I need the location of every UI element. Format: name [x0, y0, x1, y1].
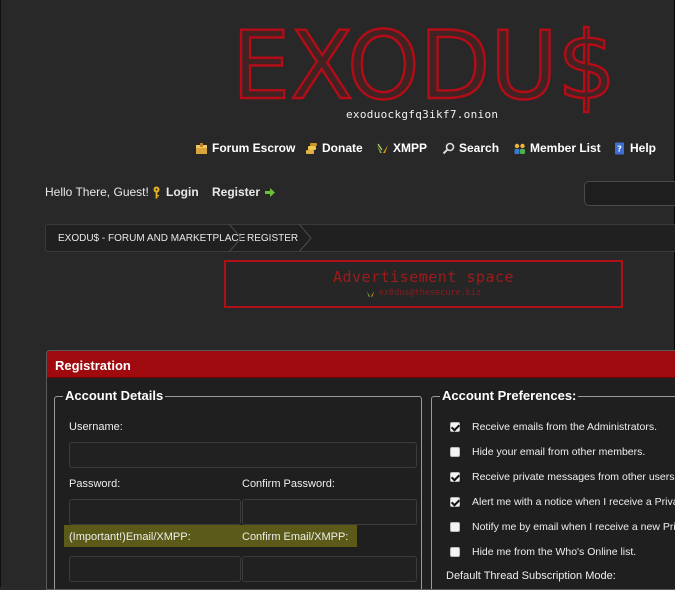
username-label: Username:	[69, 421, 123, 433]
password-input[interactable]	[69, 499, 241, 525]
password-label: Password:	[69, 478, 121, 490]
nav-label: Search	[459, 141, 500, 155]
registration-panel: Registration Account Details Username: P…	[46, 350, 675, 590]
donate-coins-icon	[306, 142, 317, 154]
preference-label: Receive private messages from other user…	[472, 471, 675, 483]
member-list-icon	[514, 143, 525, 154]
preference-checkbox[interactable]	[450, 422, 460, 432]
account-preferences-fieldset: Account Preferences: Receive emails from…	[431, 388, 675, 589]
register-link[interactable]: Register	[212, 185, 276, 199]
registration-title: Registration	[47, 351, 675, 378]
confirm-password-input[interactable]	[242, 499, 417, 525]
logo-text-shadow: EXODU$	[232, 14, 616, 114]
nav-forum-escrow[interactable]: Forum Escrow	[195, 141, 295, 155]
confirm-email-input[interactable]	[242, 556, 417, 582]
nav-label: XMPP	[393, 141, 428, 155]
breadcrumb: EXODU$ - FORUM AND MARKETPLACE REGISTER	[45, 224, 675, 252]
nav-help[interactable]: ? Help	[613, 141, 656, 155]
login-label: Login	[166, 185, 199, 199]
email-input[interactable]	[69, 556, 241, 582]
site-logo[interactable]: EXODU$ EXODU$	[229, 14, 619, 114]
preference-option[interactable]: Receive emails from the Administrators.	[450, 421, 657, 433]
confirm-email-label: Confirm Email/XMPP:	[242, 531, 349, 543]
preference-checkbox[interactable]	[450, 472, 460, 482]
xmpp-icon	[366, 290, 375, 297]
preference-checkbox[interactable]	[450, 522, 460, 532]
account-details-legend: Account Details	[63, 388, 166, 403]
help-book-icon: ?	[615, 142, 624, 154]
nav-donate[interactable]: Donate	[305, 141, 363, 155]
header-search-input[interactable]	[584, 181, 675, 206]
subscription-mode-label: Default Thread Subscription Mode:	[446, 570, 616, 582]
preference-option[interactable]: Receive private messages from other user…	[450, 471, 675, 483]
email-label: (Important!)Email/XMPP:	[69, 531, 191, 543]
register-label: Register	[212, 185, 261, 199]
preference-option[interactable]: Notify me by email when I receive a new …	[450, 521, 675, 533]
nav-xmpp[interactable]: XMPP	[376, 141, 427, 155]
nav-label: Forum Escrow	[212, 141, 296, 155]
preference-label: Receive emails from the Administrators.	[472, 421, 657, 433]
svg-text:?: ?	[617, 144, 622, 153]
preference-option[interactable]: Hide me from the Who's Online list.	[450, 546, 636, 558]
breadcrumb-separator-icon	[228, 224, 242, 252]
search-icon	[442, 142, 455, 154]
preference-option[interactable]: Hide your email from other members.	[450, 446, 645, 458]
preference-label: Alert me with a notice when I receive a …	[472, 496, 675, 508]
advertisement-banner[interactable]: Advertisement space ex0dus@thesecure.biz	[224, 260, 623, 308]
confirm-password-label: Confirm Password:	[242, 478, 335, 490]
account-preferences-legend: Account Preferences:	[440, 388, 579, 403]
account-details-fieldset: Account Details Username: Password: Conf…	[54, 388, 422, 589]
preference-label: Notify me by email when I receive a new …	[472, 521, 675, 533]
login-link[interactable]: Login	[152, 185, 199, 199]
username-input[interactable]	[69, 442, 417, 468]
page-frame: EXODU$ EXODU$ exoduockgfq3ikf7.onion For…	[0, 0, 675, 590]
nav-label: Member List	[530, 141, 601, 155]
guest-greeting: Hello There, Guest!	[45, 185, 149, 199]
arrow-right-icon	[265, 187, 276, 197]
nav-member-list[interactable]: Member List	[513, 141, 601, 155]
ad-link[interactable]: ex0dus@thesecure.biz	[379, 288, 481, 298]
preference-label: Hide your email from other members.	[472, 446, 646, 458]
breadcrumb-home[interactable]: EXODU$ - FORUM AND MARKETPLACE	[58, 233, 245, 244]
preference-checkbox[interactable]	[450, 497, 460, 507]
nav-search[interactable]: Search	[442, 141, 499, 155]
preference-checkbox[interactable]	[450, 447, 460, 457]
xmpp-icon	[377, 143, 388, 153]
onion-address: exoduockgfq3ikf7.onion	[346, 108, 499, 121]
preference-label: Hide me from the Who's Online list.	[472, 546, 637, 558]
breadcrumb-separator-icon	[298, 224, 312, 252]
key-icon	[153, 186, 160, 198]
escrow-box-icon	[196, 142, 207, 154]
nav-label: Donate	[322, 141, 363, 155]
preference-option[interactable]: Alert me with a notice when I receive a …	[450, 496, 675, 508]
nav-label: Help	[630, 141, 657, 155]
preference-checkbox[interactable]	[450, 547, 460, 557]
breadcrumb-register[interactable]: REGISTER	[247, 233, 298, 244]
ad-title: Advertisement space	[332, 268, 515, 286]
